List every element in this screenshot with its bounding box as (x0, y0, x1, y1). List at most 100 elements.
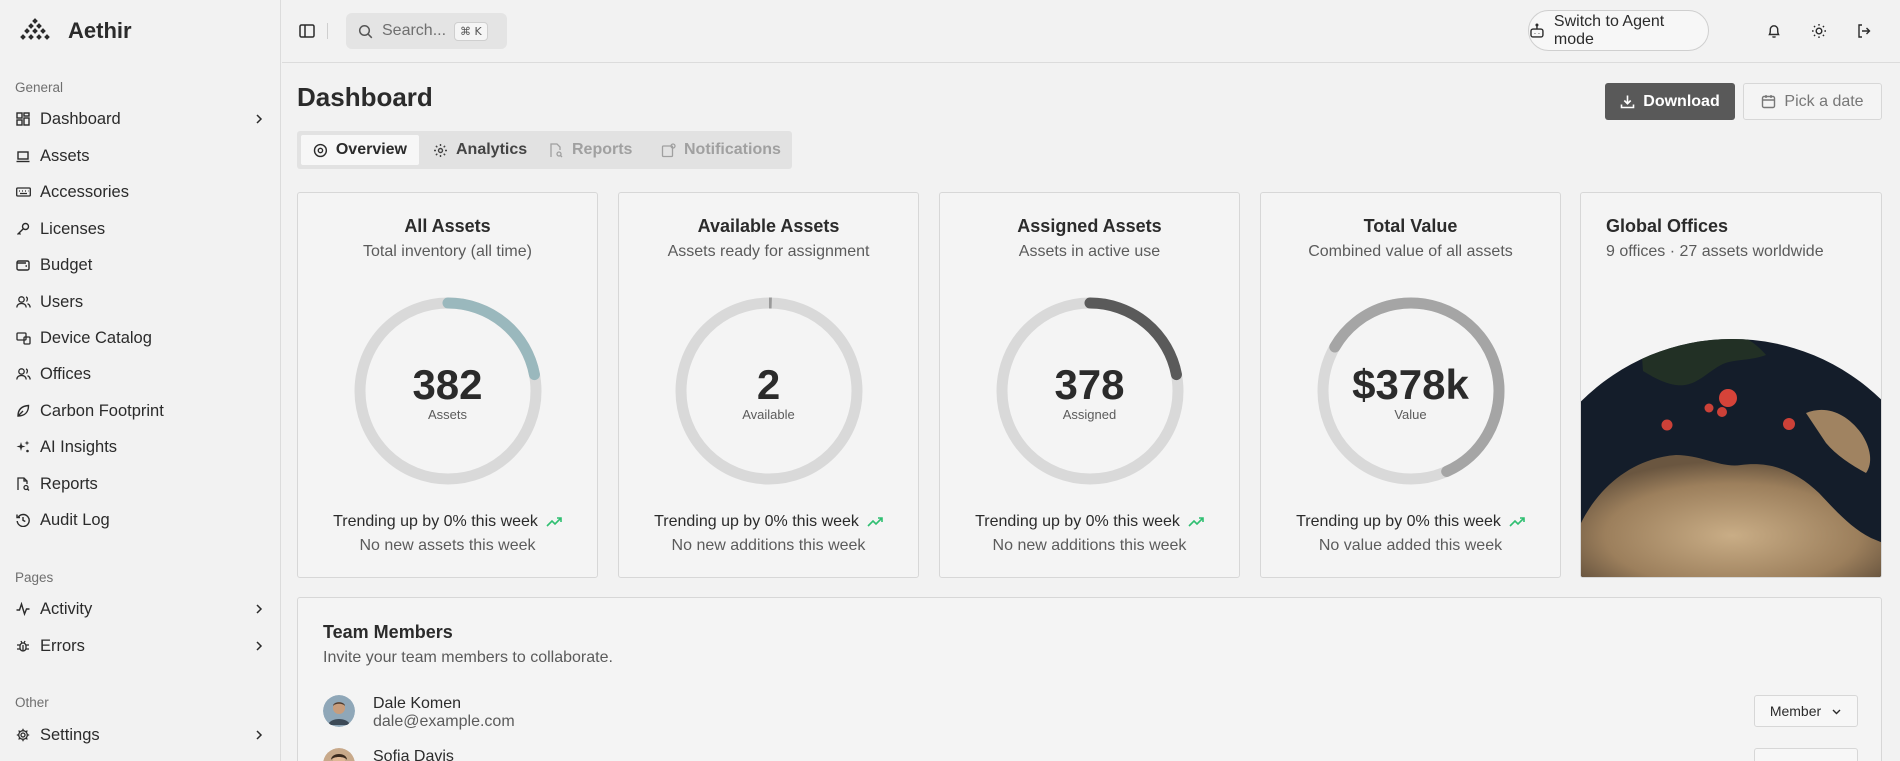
card-value: 382 (412, 361, 483, 408)
card-subtitle: Assets ready for assignment (667, 243, 870, 260)
role-select[interactable] (1754, 748, 1858, 761)
sidebar-item-users[interactable]: Users (15, 287, 265, 317)
sun-icon[interactable] (1809, 21, 1829, 41)
list-item: Sofia Davis (323, 748, 1858, 761)
sidebar-item-settings[interactable]: Settings (15, 720, 265, 750)
trend-text: Trending up by 0% this week (1296, 513, 1501, 530)
role-label: Member (1769, 703, 1822, 719)
reports-icon (15, 476, 31, 492)
trending-up-icon (1509, 517, 1525, 527)
chevron-right-icon (256, 604, 263, 614)
sidebar-item-label: Accessories (40, 182, 129, 201)
search-input[interactable]: Search... ⌘ K (346, 13, 507, 49)
gear-icon (15, 727, 31, 743)
sidebar-item-reports[interactable]: Reports (15, 469, 265, 499)
sidebar-item-budget[interactable]: Budget (15, 250, 265, 280)
search-shortcut-badge: ⌘ K (454, 21, 488, 41)
sidebar-item-errors[interactable]: Errors (15, 631, 265, 661)
sidebar-item-assets[interactable]: Assets (15, 141, 265, 171)
brand[interactable]: Aethir (20, 16, 132, 46)
office-marker[interactable] (1783, 418, 1795, 430)
card-footer: No new additions this week (671, 537, 866, 554)
bug-icon (15, 638, 31, 654)
date-picker-button[interactable]: Pick a date (1743, 83, 1882, 120)
sidebar-item-dashboard[interactable]: Dashboard (15, 104, 265, 134)
card-footer: No new assets this week (359, 537, 536, 554)
card-trend: Trending up by 0% this week (1261, 513, 1560, 531)
bell-icon[interactable] (1764, 21, 1784, 41)
sidebar-item-label: Licenses (40, 219, 106, 238)
app-name: Aethir (68, 18, 132, 43)
tab-analytics[interactable]: Analytics (421, 135, 539, 165)
sidebar-item-activity[interactable]: Activity (15, 594, 265, 624)
trending-up-icon (867, 517, 883, 527)
sidebar-item-label: Carbon Footprint (40, 401, 164, 420)
users-icon (15, 294, 31, 310)
sidebar-toggle-icon[interactable] (297, 21, 317, 41)
member-name: Sofia Davis (373, 748, 454, 761)
globe-map[interactable] (1581, 193, 1882, 578)
sidebar-item-label: Errors (40, 636, 85, 655)
sidebar-item-audit-log[interactable]: Audit Log (15, 505, 265, 535)
card-title: All Assets (404, 216, 491, 236)
key-icon (15, 221, 31, 237)
global-offices-card: Global Offices 9 offices · 27 assets wor… (1580, 192, 1882, 578)
page-title: Dashboard (297, 82, 433, 112)
tab-label: Overview (335, 141, 407, 158)
avatar (323, 748, 355, 761)
history-icon (15, 512, 31, 528)
card-footer: No value added this week (1318, 537, 1503, 554)
card-value: $378k (1352, 361, 1469, 408)
office-marker[interactable] (1717, 407, 1727, 417)
group-label-other: Other (15, 695, 49, 710)
card-trend: Trending up by 0% this week (298, 513, 597, 531)
download-button[interactable]: Download (1605, 83, 1735, 120)
sidebar: Aethir General Dashboard Assets Accessor… (0, 0, 281, 761)
card-subtitle: Invite your team members to collaborate. (323, 649, 613, 666)
agent-mode-button[interactable]: Switch to Agent mode (1528, 10, 1709, 51)
role-select[interactable]: Member (1754, 695, 1858, 727)
office-marker[interactable] (1704, 403, 1714, 413)
wallet-icon (15, 257, 31, 273)
sidebar-item-carbon-footprint[interactable]: Carbon Footprint (15, 396, 265, 426)
chevron-down-icon (1832, 709, 1841, 714)
device-catalog-icon (15, 330, 31, 346)
office-marker[interactable] (1661, 419, 1673, 431)
download-label: Download (1643, 92, 1720, 110)
card-unit: Value (1394, 407, 1427, 422)
aethir-logo-icon (20, 18, 50, 40)
sidebar-item-accessories[interactable]: Accessories (15, 177, 265, 207)
card-footer: No new additions this week (992, 537, 1187, 554)
tab-notifications: Notifications (649, 135, 793, 165)
member-name: Dale Komen (373, 695, 462, 712)
stat-card-assigned-assets: Assigned Assets Assets in active use 378… (939, 192, 1240, 578)
sidebar-item-licenses[interactable]: Licenses (15, 214, 265, 244)
tab-overview[interactable]: Overview (301, 135, 419, 165)
avatar (323, 695, 355, 727)
sidebar-item-offices[interactable]: Offices (15, 359, 265, 389)
card-trend: Trending up by 0% this week (940, 513, 1239, 531)
team-members-card: Team Members Invite your team members to… (297, 597, 1882, 761)
card-value: 2 (756, 361, 781, 408)
card-title: Team Members (323, 622, 453, 642)
sidebar-item-label: Device Catalog (40, 328, 152, 347)
sidebar-item-label: Audit Log (40, 510, 110, 529)
stat-card-all-assets: All Assets Total inventory (all time) 38… (297, 192, 598, 578)
search-placeholder: Search... (382, 22, 447, 39)
sidebar-item-label: Offices (40, 364, 92, 383)
office-marker[interactable] (1719, 389, 1737, 407)
sidebar-item-label: AI Insights (40, 437, 118, 456)
card-unit: Assigned (1062, 407, 1117, 422)
activity-icon (15, 601, 31, 617)
trend-text: Trending up by 0% this week (333, 513, 538, 530)
card-subtitle: Combined value of all assets (1308, 243, 1513, 260)
sidebar-item-ai-insights[interactable]: AI Insights (15, 432, 265, 462)
sidebar-item-device-catalog[interactable]: Device Catalog (15, 323, 265, 353)
logout-icon[interactable] (1854, 21, 1874, 41)
keyboard-icon (15, 184, 31, 200)
card-title: Assigned Assets (1017, 216, 1162, 236)
card-subtitle: Total inventory (all time) (363, 243, 532, 260)
card-subtitle: Assets in active use (1018, 243, 1161, 260)
card-value: 378 (1054, 361, 1125, 408)
sidebar-item-label: Assets (40, 146, 90, 165)
